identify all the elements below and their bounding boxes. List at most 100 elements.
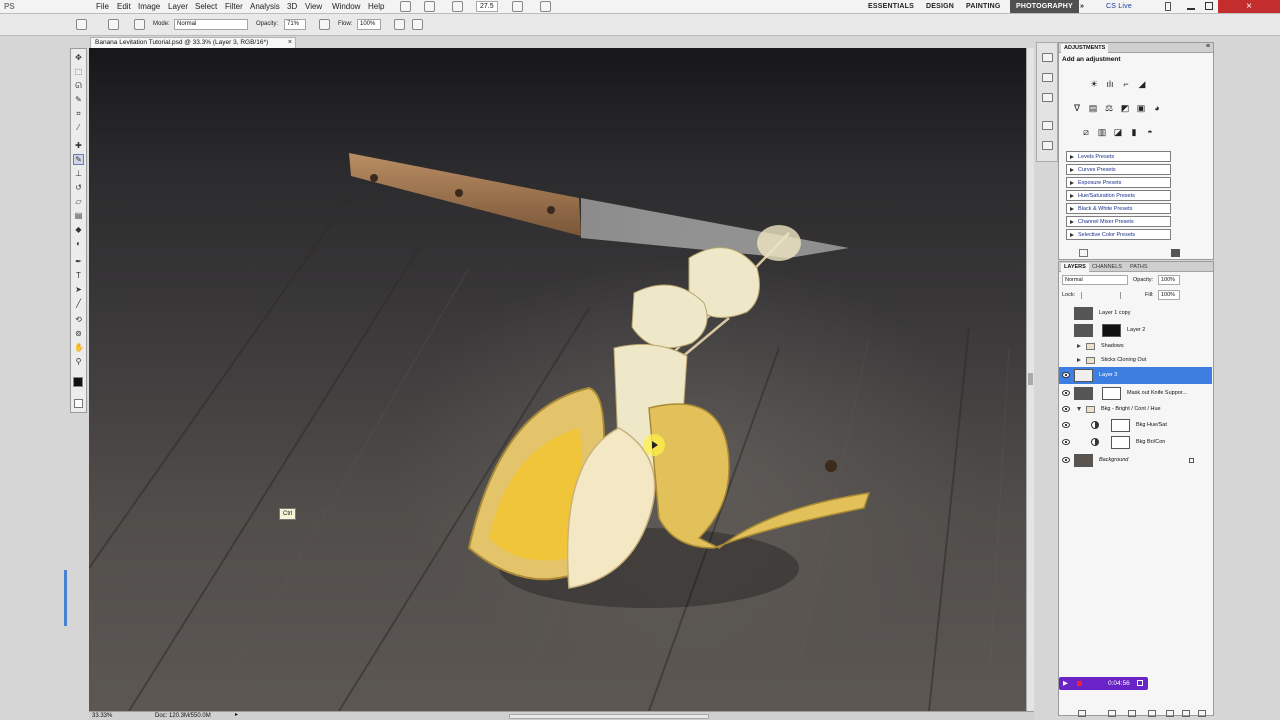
menu-filter[interactable]: Filter — [225, 1, 243, 12]
preset-hue-saturation[interactable]: Hue/Saturation Presets — [1066, 190, 1171, 201]
layer-opacity-input[interactable]: 100% — [1158, 275, 1180, 285]
hand-tool-icon[interactable]: ✋ — [74, 343, 84, 352]
collapse-icon[interactable] — [1077, 407, 1081, 411]
marquee-tool-icon[interactable]: ⬚ — [74, 67, 83, 76]
menu-layer[interactable]: Layer — [168, 1, 188, 12]
pressure-opacity-icon[interactable] — [319, 19, 330, 30]
play-icon[interactable]: ▶ — [1063, 677, 1068, 690]
menu-select[interactable]: Select — [195, 1, 217, 12]
gradient-map-icon[interactable]: ▮ — [1129, 127, 1139, 137]
history-panel-icon[interactable] — [1042, 53, 1053, 62]
vibrance-icon[interactable]: ∇ — [1072, 103, 1082, 113]
zoom-tool-icon[interactable]: ⚲ — [74, 357, 83, 366]
screen-mode-icon[interactable] — [540, 1, 551, 12]
more-workspaces-icon[interactable]: » — [1074, 0, 1090, 13]
workspace-essentials[interactable]: ESSENTIALS — [862, 0, 920, 13]
clone-source-icon[interactable] — [1042, 141, 1053, 150]
record-icon[interactable] — [1077, 681, 1082, 686]
airbrush-icon[interactable] — [394, 19, 405, 30]
delete-layer-icon[interactable] — [1198, 710, 1206, 717]
document-canvas[interactable]: Ctrl — [89, 48, 1026, 711]
visibility-eye-icon[interactable] — [1062, 390, 1070, 396]
visibility-eye-icon[interactable] — [1062, 457, 1070, 463]
layer-row-bkg-group[interactable]: Bkg - Bright / Cont / Hue — [1059, 401, 1212, 418]
visibility-eye-icon[interactable] — [1062, 372, 1070, 378]
navigator-panel-icon[interactable] — [1042, 93, 1053, 102]
layer-row-bkg-bri-con[interactable]: Bkg Bri/Con — [1059, 434, 1212, 451]
vertical-scrollbar[interactable] — [1026, 48, 1034, 711]
type-tool-icon[interactable]: T — [74, 271, 83, 280]
bridge-icon[interactable] — [400, 1, 411, 12]
workspace-painting[interactable]: PAINTING — [960, 0, 1007, 13]
tab-channels[interactable]: CHANNELS — [1089, 263, 1125, 272]
menu-image[interactable]: Image — [138, 1, 160, 12]
pressure-size-icon[interactable] — [412, 19, 423, 30]
threshold-icon[interactable]: ◪ — [1113, 127, 1123, 137]
menu-3d[interactable]: 3D — [287, 1, 297, 12]
preset-black-white[interactable]: Black & White Presets — [1066, 203, 1171, 214]
history-brush-tool-icon[interactable]: ↺ — [74, 183, 83, 192]
expand-icon[interactable] — [1077, 358, 1081, 362]
preset-curves[interactable]: Curves Presets — [1066, 164, 1171, 175]
status-zoom[interactable]: 33.33% — [92, 712, 112, 720]
dodge-tool-icon[interactable]: ◐ — [74, 239, 83, 248]
menu-edit[interactable]: Edit — [117, 1, 131, 12]
expand-icon[interactable] — [1077, 344, 1081, 348]
menu-file[interactable]: File — [96, 1, 109, 12]
pen-tool-icon[interactable]: ✒ — [74, 257, 83, 266]
close-icon[interactable]: × — [1218, 0, 1280, 13]
preset-selective-color[interactable]: Selective Color Presets — [1066, 229, 1171, 240]
brush-size-icon[interactable] — [108, 19, 119, 30]
exposure-icon[interactable]: ◢ — [1137, 79, 1147, 89]
preset-levels[interactable]: Levels Presets — [1066, 151, 1171, 162]
scroll-thumb[interactable] — [1028, 373, 1033, 385]
hue-saturation-icon[interactable]: ▤ — [1088, 103, 1098, 113]
levels-icon[interactable]: ılı — [1105, 79, 1115, 89]
visibility-eye-icon[interactable] — [1062, 406, 1070, 412]
opacity-input[interactable]: 71% — [284, 19, 306, 30]
eyedropper-tool-icon[interactable]: ⁄ — [74, 123, 83, 132]
workspace-photography[interactable]: PHOTOGRAPHY — [1010, 0, 1079, 13]
color-balance-icon[interactable]: ⚖ — [1104, 103, 1114, 113]
flow-input[interactable]: 100% — [357, 19, 381, 30]
panel-menu-icon[interactable]: ≡ — [1206, 43, 1210, 50]
invert-icon[interactable]: ⧄ — [1081, 127, 1091, 137]
layer-row-layer2[interactable]: Layer 2 — [1059, 322, 1212, 339]
posterize-icon[interactable]: ▥ — [1097, 127, 1107, 137]
new-group-icon[interactable] — [1166, 710, 1174, 717]
actions-panel-icon[interactable] — [1042, 73, 1053, 82]
menu-window[interactable]: Window — [332, 1, 360, 12]
zoom-level-field[interactable]: 27.5 — [476, 1, 498, 12]
gradient-tool-icon[interactable]: ▤ — [74, 211, 83, 220]
menu-view[interactable]: View — [305, 1, 322, 12]
preset-channel-mixer[interactable]: Channel Mixer Presets — [1066, 216, 1171, 227]
tab-layers[interactable]: LAYERS — [1061, 263, 1089, 272]
layer-row-layer3[interactable]: Layer 3 — [1059, 367, 1212, 384]
3d-rotate-tool-icon[interactable]: ⟲ — [74, 315, 83, 324]
layer-row-mask-out-knife[interactable]: Mask out Knife Suppor... — [1059, 385, 1212, 402]
view-extras-icon[interactable] — [452, 1, 463, 12]
status-menu-arrow-icon[interactable]: ▸ — [235, 711, 238, 719]
crop-tool-icon[interactable]: ⌗ — [74, 109, 83, 118]
arrange-documents-icon[interactable] — [512, 1, 523, 12]
curves-icon[interactable]: ⌐ — [1121, 79, 1131, 89]
link-layers-icon[interactable] — [1078, 710, 1086, 717]
quick-selection-tool-icon[interactable]: ✎ — [74, 95, 83, 104]
tab-adjustments[interactable]: ADJUSTMENTS — [1061, 44, 1109, 53]
visibility-eye-icon[interactable] — [1062, 422, 1070, 428]
document-tab[interactable]: Banana Levitation Tutorial.psd @ 33.3% (… — [90, 37, 296, 48]
timer-stop-icon[interactable] — [1137, 680, 1143, 686]
close-tab-icon[interactable]: × — [288, 38, 292, 48]
minimize-icon[interactable] — [1187, 2, 1195, 10]
add-mask-icon[interactable] — [1128, 710, 1136, 717]
channel-mixer-icon[interactable]: ◕ — [1152, 103, 1162, 113]
menu-help[interactable]: Help — [368, 1, 384, 12]
maximize-icon[interactable] — [1205, 2, 1213, 10]
brush-tool-preset-icon[interactable] — [76, 19, 87, 30]
layer-row-background[interactable]: Background — [1059, 452, 1212, 469]
layer-style-icon[interactable] — [1108, 710, 1116, 717]
healing-brush-tool-icon[interactable]: ✚ — [74, 141, 83, 150]
menu-analysis[interactable]: Analysis — [250, 1, 280, 12]
blur-tool-icon[interactable]: ◆ — [74, 225, 83, 234]
mode-select[interactable]: Normal — [174, 19, 248, 30]
